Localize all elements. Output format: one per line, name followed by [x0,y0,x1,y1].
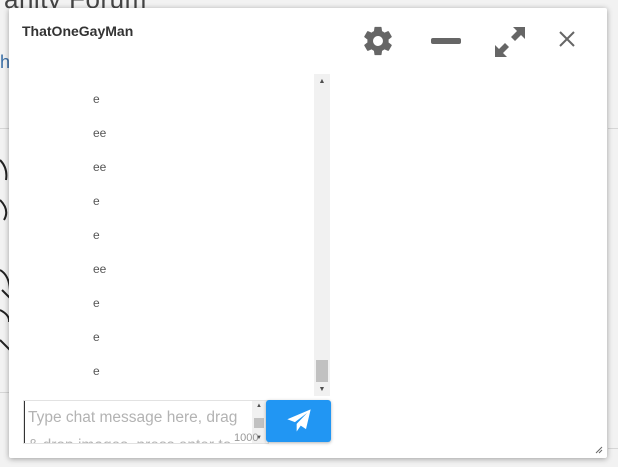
character-count: 1000 [234,432,259,444]
background-divider [608,128,618,129]
resize-grip-icon[interactable] [595,446,603,454]
chat-message: e [93,330,100,344]
chat-message: e [93,228,100,242]
paper-plane-icon [286,409,311,432]
chat-message: e [93,364,100,378]
close-button[interactable] [557,29,577,49]
chat-input-container: ▲ ▼ [23,400,269,444]
chat-window: ThatOneGayMan e ee ee e e ee e e e ▲ ▼ T… [9,8,607,458]
chat-title: ThatOneGayMan [22,23,134,39]
maximize-button[interactable] [493,25,527,59]
send-button[interactable] [266,400,331,442]
chat-message-input[interactable] [24,401,250,443]
input-scroll-thumb[interactable] [254,418,264,428]
chat-message: e [93,92,100,106]
scroll-thumb[interactable] [316,360,328,382]
minimize-icon [431,38,461,44]
minimize-button[interactable] [430,32,462,52]
chat-message: e [93,194,100,208]
chat-message: ee [93,126,107,140]
chat-message: ee [93,262,107,276]
background-divider [608,448,618,449]
scroll-up-arrow[interactable]: ▲ [314,74,330,88]
chat-message: e [93,296,100,310]
input-scroll-up-arrow[interactable]: ▲ [252,401,266,411]
expand-icon [495,27,525,57]
message-list[interactable]: e ee ee e e ee e e e [22,74,314,394]
gear-icon [364,26,392,56]
settings-button[interactable] [361,24,395,58]
scroll-down-arrow[interactable]: ▼ [314,382,330,396]
message-scrollbar[interactable]: ▲ ▼ [314,74,330,396]
close-icon [559,31,575,47]
chat-message: ee [93,160,107,174]
